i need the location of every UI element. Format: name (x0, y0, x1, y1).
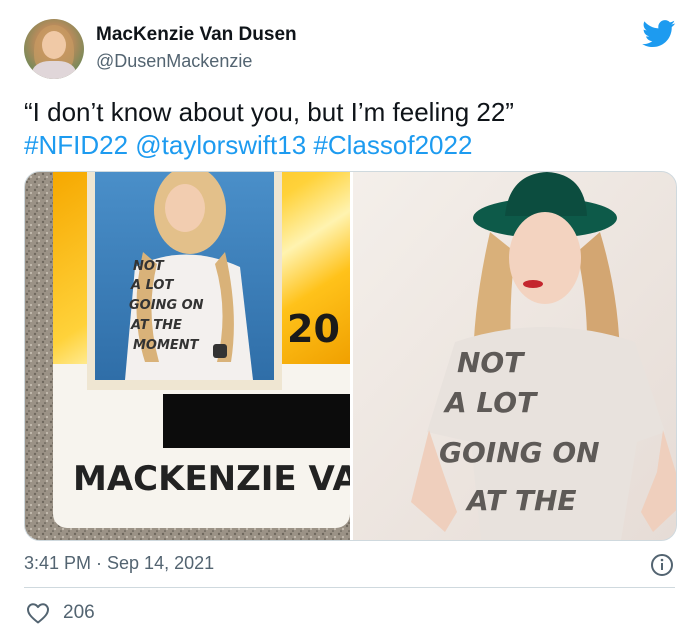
tweet-tags-line: #NFID22 @taylorswift13 #Classof2022 (24, 129, 674, 162)
divider (24, 587, 675, 588)
mention-taylorswift13[interactable]: @taylorswift13 (135, 130, 306, 160)
redacted-bar (163, 394, 350, 448)
author-handle[interactable]: @DusenMackenzie (96, 51, 252, 72)
tweet-media[interactable]: NOT A LOT GOING ON AT THE MOMENT 20 MACK… (24, 171, 677, 541)
avatar-face (42, 31, 66, 59)
id-shirt-line-1: NOT (133, 259, 165, 274)
tweet-timestamp[interactable]: 3:41 PM · Sep 14, 2021 (24, 553, 214, 574)
photo-shirt-line-3: GOING ON (439, 436, 600, 469)
photo-shirt-line-2: A LOT (443, 386, 538, 419)
id-shirt-line-3: GOING ON (129, 298, 204, 313)
twitter-bird-icon[interactable] (642, 20, 676, 48)
id-shirt-line-2: A LOT (130, 278, 174, 293)
id-card-name: MACKENZIE VA (73, 459, 359, 499)
photo-shirt-line-1: NOT (457, 346, 525, 379)
photo-shirt-line-4: AT THE (465, 484, 577, 517)
like-count: 206 (63, 602, 95, 623)
tweet-text: “I don’t know about you, but I’m feeling… (24, 96, 674, 162)
id-shirt-line-5: MOMENT (133, 338, 200, 353)
tweet-quote: “I don’t know about you, but I’m feeling… (24, 97, 514, 127)
avatar-shirt (32, 61, 76, 79)
id-card-year: 20 (287, 307, 340, 351)
taylor-photo: NOT A LOT GOING ON AT THE (353, 172, 676, 540)
heart-icon[interactable] (26, 602, 50, 624)
author-name[interactable]: MacKenzie Van Dusen (96, 24, 297, 46)
avatar[interactable] (24, 19, 84, 79)
id-shirt-line-4: AT THE (130, 318, 182, 333)
hashtag-nfid22[interactable]: #NFID22 (24, 130, 128, 160)
info-icon[interactable] (650, 553, 674, 577)
hashtag-classof2022[interactable]: #Classof2022 (313, 130, 472, 160)
id-card-photo: NOT A LOT GOING ON AT THE MOMENT 20 MACK… (25, 172, 359, 540)
